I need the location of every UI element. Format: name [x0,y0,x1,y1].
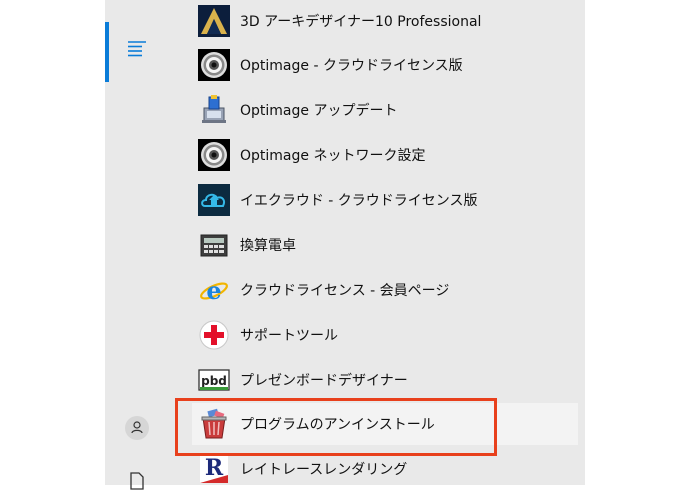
raytrace-icon: R [198,453,230,485]
document-icon [130,472,144,494]
svg-text:e: e [206,276,221,305]
iecloud-icon [198,184,230,216]
uninstall-trash-icon [198,408,230,440]
app-item-cloud-license-member[interactable]: e クラウドライセンス - 会員ページ [192,269,578,311]
support-cross-icon [198,319,230,351]
start-menu: 3D アーキデザイナー10 Professional Optimage - クラ… [105,0,585,490]
app-item-calculator[interactable]: 換算電卓 [192,224,578,266]
app-label: サポートツール [240,328,338,344]
calculator-icon [198,229,230,261]
app-label: 換算電卓 [240,238,296,254]
pbd-icon: pbd [198,364,230,396]
app-label: レイトレースレンダリング [240,462,408,478]
all-apps-list-button[interactable] [120,34,154,68]
user-icon [130,419,144,438]
app-item-optimage-cloud[interactable]: Optimage - クラウドライセンス版 [192,44,578,86]
start-menu-rail [105,0,167,490]
app-label: プレゼンボードデザイナー [240,373,408,389]
app-label: プログラムのアンインストール [240,417,435,433]
app-label: イエクラウド - クラウドライセンス版 [240,193,478,209]
app-item-optimage-update[interactable]: Optimage アップデート [192,89,578,131]
internet-explorer-icon: e [198,274,230,306]
optimage-lens-icon [198,49,230,81]
app-item-iecloud[interactable]: イエクラウド - クラウドライセンス版 [192,179,578,221]
documents-button[interactable] [120,466,154,500]
app-item-presen-board[interactable]: pbd プレゼンボードデザイナー [192,359,578,401]
app-item-support-tool[interactable]: サポートツール [192,314,578,356]
app-item-optimage-network[interactable]: Optimage ネットワーク設定 [192,134,578,176]
svg-text:pbd: pbd [201,374,227,388]
optimage-lens-icon [198,139,230,171]
user-account-button[interactable] [120,411,154,445]
rail-active-indicator [105,22,109,82]
app-label: Optimage ネットワーク設定 [240,148,426,164]
update-installer-icon [198,94,230,126]
3d-architect-icon [198,5,230,37]
list-icon [127,40,147,62]
app-label: Optimage アップデート [240,103,398,119]
app-label: Optimage - クラウドライセンス版 [240,58,463,74]
app-label: 3D アーキデザイナー10 Professional [240,14,482,30]
app-item-uninstall[interactable]: プログラムのアンインストール [192,403,578,445]
app-item-3d-architect[interactable]: 3D アーキデザイナー10 Professional [192,0,578,42]
app-label: クラウドライセンス - 会員ページ [240,283,450,299]
avatar [125,416,149,440]
app-item-raytrace[interactable]: R レイトレースレンダリング [192,448,578,490]
